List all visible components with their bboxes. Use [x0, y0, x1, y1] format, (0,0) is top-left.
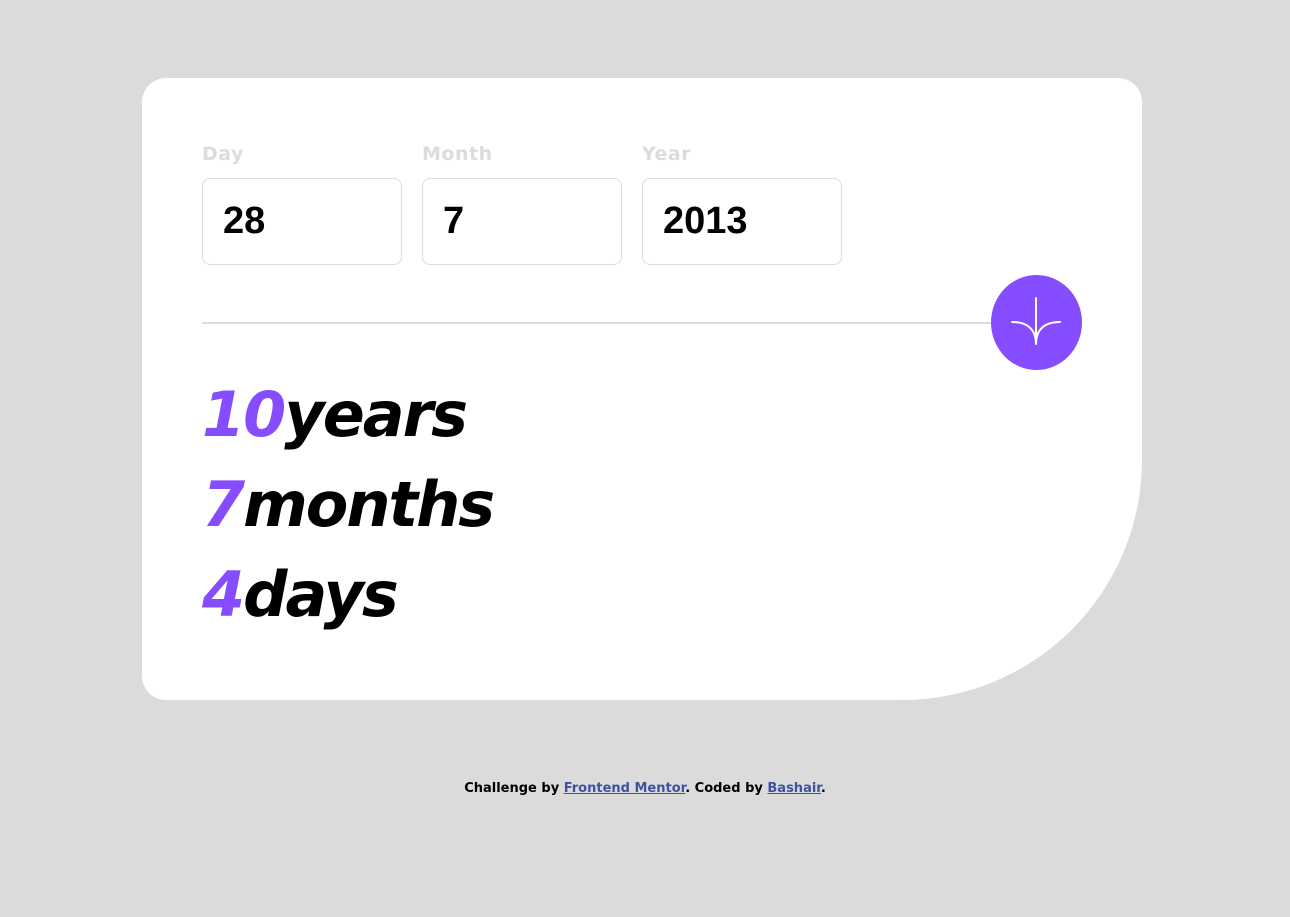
year-field: Year — [642, 142, 842, 265]
day-label: Day — [202, 143, 244, 165]
days-number: 4 — [202, 558, 245, 631]
years-label: years — [284, 378, 468, 451]
attribution: Challenge by Frontend Mentor. Coded by B… — [0, 779, 1290, 799]
attribution-middle: . Coded by — [685, 781, 768, 796]
month-field: Month — [422, 142, 622, 265]
submit-button[interactable] — [991, 275, 1082, 370]
year-input[interactable] — [642, 178, 842, 265]
months-number: 7 — [202, 468, 245, 541]
result-years: 10years — [202, 377, 468, 453]
year-label: Year — [642, 143, 692, 165]
age-calculator-card: Day Month Year 10years 7months 4days — [142, 78, 1142, 700]
arrow-down-icon — [1011, 297, 1061, 345]
day-input[interactable] — [202, 178, 402, 265]
years-number: 10 — [202, 378, 286, 451]
attribution-suffix: . — [820, 781, 826, 796]
day-field: Day — [202, 142, 402, 265]
month-label: Month — [422, 143, 493, 165]
result-days: 4days — [202, 557, 399, 633]
result-months: 7months — [202, 467, 495, 543]
days-label: days — [243, 558, 399, 631]
divider — [202, 322, 1002, 324]
month-input[interactable] — [422, 178, 622, 265]
months-label: months — [243, 468, 495, 541]
frontend-mentor-link[interactable]: Frontend Mentor — [564, 781, 685, 796]
attribution-prefix: Challenge by — [464, 781, 564, 796]
author-link[interactable]: Bashair — [767, 781, 820, 796]
